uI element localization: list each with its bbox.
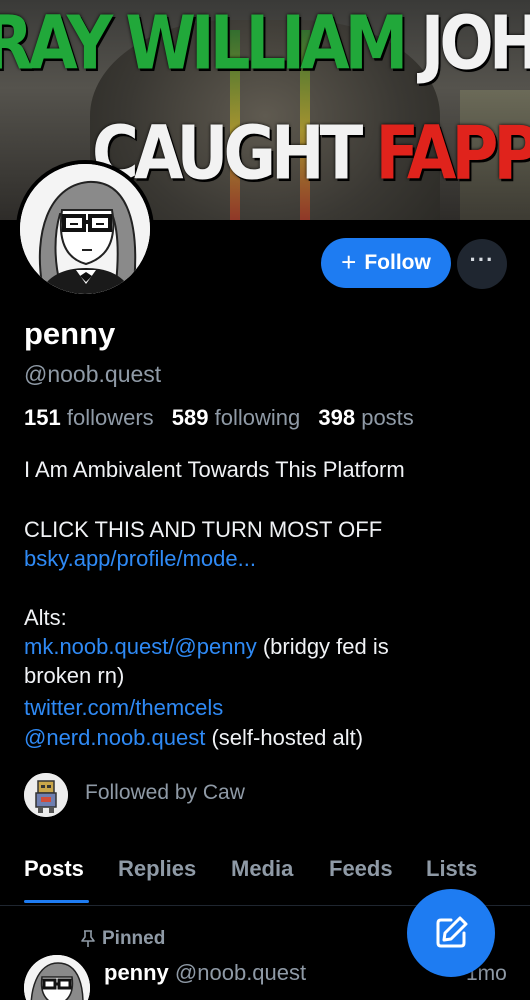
display-name: penny [24, 316, 116, 351]
bio-line: CLICK THIS AND TURN MOST OFF [24, 517, 383, 542]
bio-note: (self-hosted alt) [205, 725, 364, 750]
profile-handle: @noob.quest [24, 361, 162, 387]
pinned-label: Pinned [102, 928, 166, 949]
profile-stats: 151 followers 589 following 398 posts [24, 405, 426, 431]
bio-link[interactable]: twitter.com/themcels [24, 693, 223, 722]
following-label: following [214, 405, 301, 430]
bio-link[interactable]: @nerd.noob.quest [24, 725, 205, 750]
profile-screen: RAY WILLIAM JOHNSON WAS CAUGHT FAPPING +… [0, 0, 530, 1000]
followed-by-avatar[interactable] [24, 773, 68, 817]
avatar-illustration [20, 164, 150, 294]
compose-button[interactable] [407, 889, 495, 977]
post-author-handle[interactable]: @noob.quest [175, 960, 306, 985]
pin-icon [81, 930, 95, 947]
banner-text-segment: RAY WILLIAM [0, 2, 421, 88]
pinned-indicator: Pinned [80, 928, 165, 950]
tab-media[interactable]: Media [231, 856, 293, 882]
tab-replies[interactable]: Replies [118, 856, 196, 882]
following-count: 589 [171, 405, 209, 430]
bio-line: I Am Ambivalent Towards This Platform [24, 457, 405, 482]
posts-label: posts [361, 405, 414, 430]
follow-button[interactable]: + Follow [321, 238, 451, 288]
followers-link[interactable]: 151 followers [24, 405, 166, 430]
ellipsis-icon: ··· [469, 247, 495, 272]
bio-note: broken rn) [24, 663, 125, 688]
bio-alts-label: Alts: [24, 605, 67, 630]
followed-by-text[interactable]: Followed by Caw [85, 781, 245, 805]
bio-link[interactable]: mk.noob.quest/@penny [24, 634, 257, 659]
followers-count: 151 [24, 405, 61, 430]
more-options-button[interactable]: ··· [457, 239, 507, 289]
posts-stat: 398 posts [318, 405, 425, 430]
bio-line: mk.noob.quest/@penny (bridgy fed is [24, 632, 389, 661]
compose-icon [436, 916, 468, 948]
follow-button-label: Follow [364, 251, 431, 274]
post-author-avatar[interactable] [24, 955, 90, 1000]
tab-feeds[interactable]: Feeds [329, 856, 393, 882]
bio-line: @nerd.noob.quest (self-hosted alt) [24, 723, 363, 752]
posts-count: 398 [318, 405, 356, 430]
post-header: penny @noob.quest [104, 960, 306, 986]
avatar-illustration [24, 955, 90, 1000]
banner-text-line-1: RAY WILLIAM JOHNSON WAS [0, 2, 530, 87]
tab-posts[interactable]: Posts [24, 856, 84, 882]
followers-label: followers [66, 405, 154, 430]
banner-text-line-2: CAUGHT FAPPING [92, 112, 530, 197]
bio-link[interactable]: bsky.app/profile/mode... [24, 544, 256, 573]
profile-avatar[interactable] [16, 160, 154, 298]
robot-avatar-illustration [24, 773, 68, 817]
tab-lists[interactable]: Lists [426, 856, 477, 882]
banner-text-segment: FAPPING [375, 112, 530, 198]
post-author-name[interactable]: penny [104, 960, 169, 985]
banner-text-segment: JOHNSON WAS [420, 2, 530, 88]
bio-note: (bridgy fed is [256, 634, 389, 659]
plus-icon: + [341, 247, 357, 277]
active-tab-indicator [24, 900, 89, 903]
following-link[interactable]: 589 following [172, 405, 312, 430]
